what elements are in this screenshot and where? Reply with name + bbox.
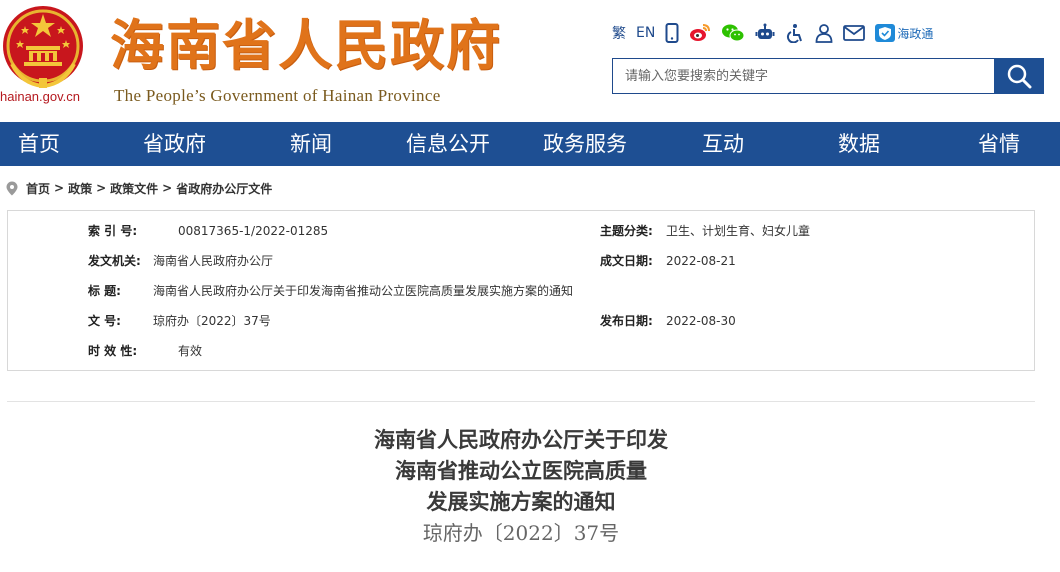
info-row-title: 标 题: 海南省人民政府办公厅关于印发海南省推动公立医院高质量发展实施方案的通知 <box>8 281 1034 301</box>
article-title-line-1: 海南省人民政府办公厅关于印发 <box>374 427 668 452</box>
site-subtitle: The People’s Government of Hainan Provin… <box>114 86 441 105</box>
section-divider <box>7 401 1035 402</box>
nav-item-province-info[interactable]: 省情 <box>978 122 1020 166</box>
info-row-validity: 时 效 性: 有效 <box>8 341 1034 361</box>
english-link[interactable]: EN <box>636 22 655 44</box>
issuer-value: 海南省人民政府办公厅 <box>153 254 274 268</box>
main-nav: 首页 省政府 新闻 信息公开 政务服务 互动 数据 省情 <box>0 122 1060 166</box>
validity-value: 有效 <box>178 344 203 358</box>
location-pin-icon <box>6 181 18 195</box>
site-header: hainan.gov.cn 海南省人民政府 The People’s Gover… <box>0 0 1060 122</box>
traditional-chinese-link[interactable]: 繁 <box>612 22 626 44</box>
breadcrumb: 首页 > 政策 > 政策文件 > 省政府办公厅文件 <box>6 180 272 196</box>
hzt-app-link[interactable]: 海政通 <box>875 22 933 44</box>
weibo-icon[interactable] <box>689 22 711 44</box>
breadcrumb-separator: > <box>96 181 107 195</box>
breadcrumb-office-documents[interactable]: 省政府办公厅文件 <box>176 180 272 197</box>
national-emblem-icon[interactable] <box>2 4 84 90</box>
info-row-index: 索 引 号: 00817365-1/2022-01285 主题分类: 卫生、计划… <box>8 221 1034 241</box>
created-date-label: 成文日期: <box>600 254 653 268</box>
breadcrumb-policy-documents[interactable]: 政策文件 <box>110 180 158 197</box>
info-row-issuer: 发文机关: 海南省人民政府办公厅 成文日期: 2022-08-21 <box>8 251 1034 271</box>
robot-icon[interactable] <box>755 22 775 44</box>
nav-item-government-services[interactable]: 政务服务 <box>543 122 627 166</box>
nav-item-information-disclosure[interactable]: 信息公开 <box>406 122 490 166</box>
nav-item-interaction[interactable]: 互动 <box>702 122 744 166</box>
validity-label: 时 效 性: <box>88 344 138 358</box>
wechat-icon[interactable] <box>721 22 745 44</box>
created-date-value: 2022-08-21 <box>666 254 736 268</box>
mail-icon[interactable] <box>843 22 866 44</box>
site-title[interactable]: 海南省人民政府 <box>110 14 502 78</box>
top-toolbar: 繁 EN 海政通 <box>612 22 943 44</box>
site-domain: hainan.gov.cn <box>0 89 80 104</box>
issuer-label: 发文机关: <box>88 254 141 268</box>
breadcrumb-separator: > <box>54 181 65 195</box>
published-date-label: 发布日期: <box>600 314 653 328</box>
user-icon[interactable] <box>815 22 833 44</box>
nav-item-provincial-government[interactable]: 省政府 <box>143 122 206 166</box>
breadcrumb-separator: > <box>162 181 173 195</box>
article-doc-number: 琼府办〔2022〕37号 <box>422 521 620 545</box>
index-label: 索 引 号: <box>88 224 138 238</box>
search-button[interactable] <box>994 58 1044 94</box>
search-input[interactable] <box>612 58 994 94</box>
topic-label: 主题分类: <box>600 224 653 238</box>
article-title: 海南省人民政府办公厅关于印发 海南省推动公立医院高质量 发展实施方案的通知 琼府… <box>0 424 1042 549</box>
document-info-box: 索 引 号: 00817365-1/2022-01285 主题分类: 卫生、计划… <box>7 210 1035 371</box>
index-value: 00817365-1/2022-01285 <box>178 224 329 238</box>
info-row-docno: 文 号: 琼府办〔2022〕37号 发布日期: 2022-08-30 <box>8 311 1034 331</box>
breadcrumb-policy[interactable]: 政策 <box>68 180 92 197</box>
hzt-label: 海政通 <box>897 26 934 41</box>
title-label: 标 题: <box>88 284 121 298</box>
nav-item-home[interactable]: 首页 <box>18 122 60 166</box>
doc-number-value: 琼府办〔2022〕37号 <box>153 314 271 328</box>
doc-number-label: 文 号: <box>88 314 121 328</box>
nav-item-news[interactable]: 新闻 <box>290 122 332 166</box>
topic-value: 卫生、计划生育、妇女儿童 <box>666 224 811 238</box>
search-icon <box>1007 64 1032 89</box>
accessibility-icon[interactable] <box>785 22 805 44</box>
nav-item-data[interactable]: 数据 <box>838 122 880 166</box>
title-value: 海南省人民政府办公厅关于印发海南省推动公立医院高质量发展实施方案的通知 <box>153 284 574 298</box>
breadcrumb-home[interactable]: 首页 <box>26 180 50 197</box>
mobile-icon[interactable] <box>665 22 679 44</box>
search-bar <box>612 58 1044 94</box>
hzt-icon <box>875 24 896 42</box>
article-title-line-2: 海南省推动公立医院高质量 <box>395 458 647 483</box>
article-title-line-3: 发展实施方案的通知 <box>426 489 616 514</box>
published-date-value: 2022-08-30 <box>666 314 736 328</box>
